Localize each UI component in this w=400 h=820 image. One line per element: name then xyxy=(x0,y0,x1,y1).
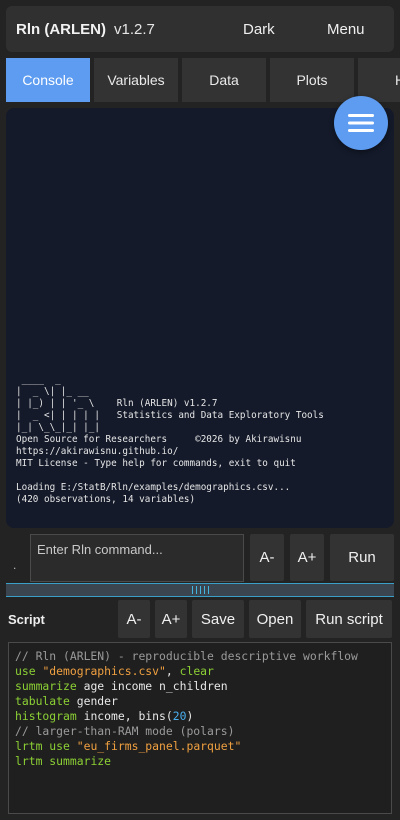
script-font-decrease-button[interactable]: A- xyxy=(118,600,150,638)
menu-button[interactable]: Menu xyxy=(327,6,365,52)
tab-data[interactable]: Data xyxy=(182,58,266,102)
console-font-increase-button[interactable]: A+ xyxy=(290,534,324,581)
command-row: . A- A+ Run xyxy=(0,534,400,582)
tab-variables[interactable]: Variables xyxy=(94,58,178,102)
script-editor[interactable]: // Rln (ARLEN) - reproducible descriptiv… xyxy=(8,642,392,814)
tab-plots[interactable]: Plots xyxy=(270,58,354,102)
code-line: // Rln (ARLEN) - reproducible descriptiv… xyxy=(15,649,358,663)
code-line: lrtm use "eu_firms_panel.parquet" xyxy=(15,739,242,753)
tab-console[interactable]: Console xyxy=(6,58,90,102)
hamburger-menu-icon xyxy=(348,114,374,132)
console-output: ____ _ | _ \| |_ __ | |_) | | '_ \ Rln (… xyxy=(16,374,324,505)
console-font-decrease-button[interactable]: A- xyxy=(250,534,284,581)
app-version: v1.2.7 xyxy=(114,20,155,38)
console-panel[interactable]: ____ _ | _ \| |_ __ | |_) | | '_ \ Rln (… xyxy=(6,108,394,528)
command-prompt: . xyxy=(13,558,17,572)
floating-menu-button[interactable] xyxy=(334,96,388,150)
tab-bar: Console Variables Data Plots H xyxy=(6,58,400,102)
panel-splitter[interactable] xyxy=(6,583,394,597)
code-line: use "demographics.csv", clear xyxy=(15,664,214,678)
code-line: summarize age income n_children xyxy=(15,679,228,693)
code-line: tabulate gender xyxy=(15,694,118,708)
code-line: lrtm summarize xyxy=(15,754,112,768)
script-font-increase-button[interactable]: A+ xyxy=(155,600,187,638)
code-line: // larger-than-RAM mode (polars) xyxy=(15,724,235,738)
run-script-button[interactable]: Run script xyxy=(306,600,392,638)
code-line: histogram income, bins(20) xyxy=(15,709,194,723)
drag-grip-icon xyxy=(191,586,209,594)
script-toolbar: Script A- A+ Save Open Run script xyxy=(0,600,400,638)
top-bar: Rln (ARLEN) v1.2.7 Dark Menu xyxy=(6,6,394,52)
open-button[interactable]: Open xyxy=(249,600,301,638)
run-button[interactable]: Run xyxy=(330,534,394,581)
script-label: Script xyxy=(8,611,45,627)
command-input[interactable] xyxy=(30,534,244,582)
save-button[interactable]: Save xyxy=(192,600,244,638)
theme-toggle-button[interactable]: Dark xyxy=(243,6,275,52)
app-title: Rln (ARLEN) xyxy=(16,20,106,38)
